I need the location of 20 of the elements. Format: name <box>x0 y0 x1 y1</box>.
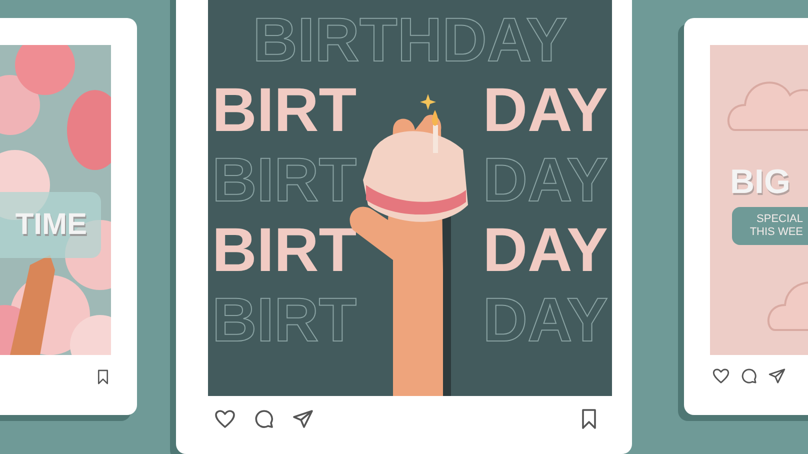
comment-icon[interactable] <box>253 408 275 430</box>
poster-text: BIRT <box>212 216 357 286</box>
send-icon[interactable] <box>292 408 314 430</box>
poster-text: BIRT <box>212 76 357 146</box>
poster-text: DAY <box>482 146 608 216</box>
heart-icon[interactable] <box>712 367 730 385</box>
send-icon[interactable] <box>768 367 786 385</box>
poster-text: BIRT <box>212 146 357 216</box>
poster-title: BIG <box>730 163 790 202</box>
comment-icon[interactable] <box>740 367 758 385</box>
poster-text: DAY <box>482 286 608 356</box>
bookmark-icon[interactable] <box>95 369 111 385</box>
poster-text: BIRTHDAY <box>252 6 568 76</box>
poster-title: TIME <box>15 208 87 242</box>
poster-text: THIS WEE <box>750 226 803 239</box>
poster-text: BIRT <box>212 286 357 356</box>
heart-icon[interactable] <box>214 408 236 430</box>
poster-text: DAY <box>482 76 608 146</box>
poster-text: SPECIAL <box>756 213 803 226</box>
poster-text: DAY <box>482 216 608 286</box>
